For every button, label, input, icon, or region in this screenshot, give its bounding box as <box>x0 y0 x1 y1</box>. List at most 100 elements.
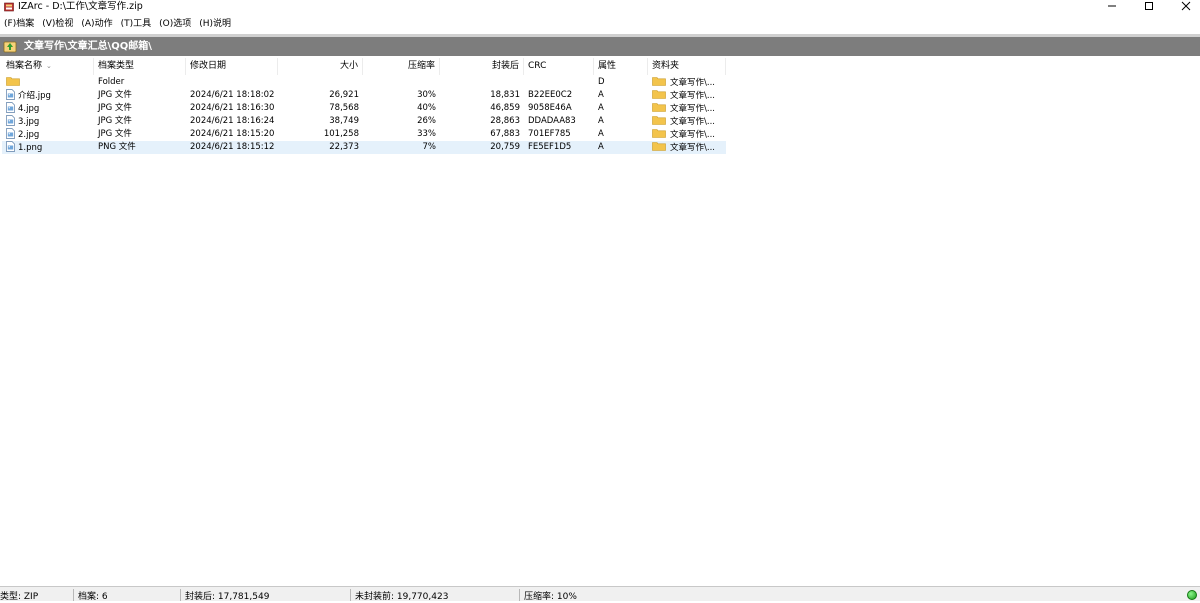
status-light-icon <box>1187 590 1197 600</box>
column-header-folder[interactable]: 资料夹 <box>648 58 726 75</box>
cell-ratio-text: 30% <box>417 90 436 100</box>
file-row[interactable]: 2.jpg JPG 文件 2024/6/21 18:15:20 101,258 33% 6… <box>2 128 726 141</box>
up-folder-icon[interactable] <box>3 39 17 53</box>
path-bar: 文章写作\文章汇总\QQ邮箱\ <box>0 37 1200 56</box>
menu-options[interactable]: (O)选项 <box>155 17 195 31</box>
cell-crc: 9058E46A <box>524 102 594 115</box>
status-type: 类型: ZIP <box>0 592 39 602</box>
cell-type: JPG 文件 <box>94 89 186 102</box>
cell-name-text: 介绍.jpg <box>18 91 51 101</box>
minimize-button[interactable] <box>1092 0 1132 12</box>
folder-icon <box>652 103 666 112</box>
cell-size: 22,373 <box>278 141 363 154</box>
folder-icon <box>652 116 666 125</box>
cell-crc <box>524 76 594 89</box>
status-divider <box>180 589 181 601</box>
menu-file[interactable]: (F)档案 <box>0 17 38 31</box>
izarc-app-icon[interactable] <box>4 2 14 12</box>
cell-packed-text: 67,883 <box>490 129 520 139</box>
close-button[interactable] <box>1166 0 1200 12</box>
cell-crc: 701EF785 <box>524 128 594 141</box>
cell-crc-text: 9058E46A <box>528 103 572 113</box>
cell-ratio: 26% <box>363 115 440 128</box>
cell-crc: B22EE0C2 <box>524 89 594 102</box>
cell-name: 4.jpg <box>2 102 94 115</box>
file-row[interactable]: 3.jpg JPG 文件 2024/6/21 18:16:24 38,749 26% 28… <box>2 115 726 128</box>
cell-modified: 2024/6/21 18:15:20 <box>186 128 278 141</box>
cell-packed: 18,831 <box>440 89 524 102</box>
cell-packed: 67,883 <box>440 128 524 141</box>
cell-modified-text: 2024/6/21 18:15:12 <box>190 142 275 152</box>
cell-modified: 2024/6/21 18:18:02 <box>186 89 278 102</box>
file-row[interactable]: 4.jpg JPG 文件 2024/6/21 18:16:30 78,568 40% 46… <box>2 102 726 115</box>
status-packed-size: 封装后: 17,781,549 <box>185 592 270 602</box>
image-file-icon <box>6 141 15 152</box>
image-file-icon <box>6 128 15 139</box>
folder-icon <box>652 77 666 86</box>
file-list[interactable]: 档案名称 ⌄ 档案类型 修改日期 大小 压缩率 封装后 CRC 属性 资料夹 F… <box>2 58 1198 586</box>
column-header-name[interactable]: 档案名称 ⌄ <box>2 58 94 75</box>
column-header-modified[interactable]: 修改日期 <box>186 58 278 75</box>
cell-attr-text: A <box>598 142 604 152</box>
menu-tools[interactable]: (T)工具 <box>117 17 156 31</box>
cell-name-text: 2.jpg <box>18 130 40 140</box>
cell-type-text: JPG 文件 <box>98 90 132 100</box>
cell-packed-text: 20,759 <box>490 142 520 152</box>
column-header-ratio[interactable]: 压缩率 <box>363 58 440 75</box>
cell-folder: 文章写作\... <box>648 141 726 154</box>
cell-attr: A <box>594 128 648 141</box>
cell-folder-text: 文章写作\... <box>670 104 715 114</box>
column-header-crc[interactable]: CRC <box>524 58 594 75</box>
cell-attr: A <box>594 89 648 102</box>
file-row[interactable]: 介绍.jpg JPG 文件 2024/6/21 18:18:02 26,921 30% 1… <box>2 89 726 102</box>
folder-icon <box>6 77 20 86</box>
column-header-attr[interactable]: 属性 <box>594 58 648 75</box>
current-path: 文章写作\文章汇总\QQ邮箱\ <box>24 41 152 52</box>
cell-packed: 28,863 <box>440 115 524 128</box>
cell-ratio <box>363 76 440 89</box>
image-file-icon <box>6 102 15 113</box>
cell-crc-text: DDADAA83 <box>528 116 576 126</box>
menu-actions[interactable]: (A)动作 <box>77 17 116 31</box>
column-header-size[interactable]: 大小 <box>278 58 363 75</box>
cell-size: 26,921 <box>278 89 363 102</box>
cell-name-text: 4.jpg <box>18 104 40 114</box>
cell-size: 78,568 <box>278 102 363 115</box>
status-file-count: 档案: 6 <box>78 592 108 602</box>
cell-folder-text: 文章写作\... <box>670 91 715 101</box>
maximize-button[interactable] <box>1129 0 1169 12</box>
status-bar: 类型: ZIP 档案: 6 封装后: 17,781,549 未封装前: 19,7… <box>0 586 1200 602</box>
cell-modified-text: 2024/6/21 18:16:30 <box>190 103 275 113</box>
status-ratio: 压缩率: 10% <box>524 592 577 602</box>
cell-folder-text: 文章写作\... <box>670 117 715 127</box>
column-header-packed[interactable]: 封装后 <box>440 58 524 75</box>
column-header-type[interactable]: 档案类型 <box>94 58 186 75</box>
cell-crc: DDADAA83 <box>524 115 594 128</box>
cell-type: PNG 文件 <box>94 141 186 154</box>
cell-crc-text: 701EF785 <box>528 129 571 139</box>
cell-packed: 20,759 <box>440 141 524 154</box>
cell-type: JPG 文件 <box>94 128 186 141</box>
cell-size-text: 22,373 <box>329 142 359 152</box>
cell-modified: 2024/6/21 18:16:24 <box>186 115 278 128</box>
file-row[interactable]: 1.png PNG 文件 2024/6/21 18:15:12 22,373 7% 20,… <box>2 141 726 154</box>
cell-name <box>2 76 94 89</box>
cell-ratio-text: 33% <box>417 129 436 139</box>
menu-view[interactable]: (V)检视 <box>38 17 77 31</box>
cell-crc: FE5EF1D5 <box>524 141 594 154</box>
cell-folder-text: 文章写作\... <box>670 130 715 140</box>
cell-ratio: 33% <box>363 128 440 141</box>
maximize-icon <box>1145 2 1153 10</box>
cell-name: 1.png <box>2 141 94 154</box>
window-title: IZArc - D:\工作\文章写作.zip <box>18 1 143 12</box>
minimize-icon <box>1108 5 1116 7</box>
folder-icon <box>652 142 666 151</box>
cell-packed-text: 28,863 <box>490 116 520 126</box>
cell-modified: 2024/6/21 18:16:30 <box>186 102 278 115</box>
menu-help[interactable]: (H)说明 <box>195 17 235 31</box>
status-divider <box>519 589 520 601</box>
cell-size <box>278 76 363 89</box>
cell-packed-text: 46,859 <box>490 103 520 113</box>
cell-size-text: 78,568 <box>329 103 359 113</box>
file-row[interactable]: Folder D 文章写作\... <box>2 76 726 89</box>
